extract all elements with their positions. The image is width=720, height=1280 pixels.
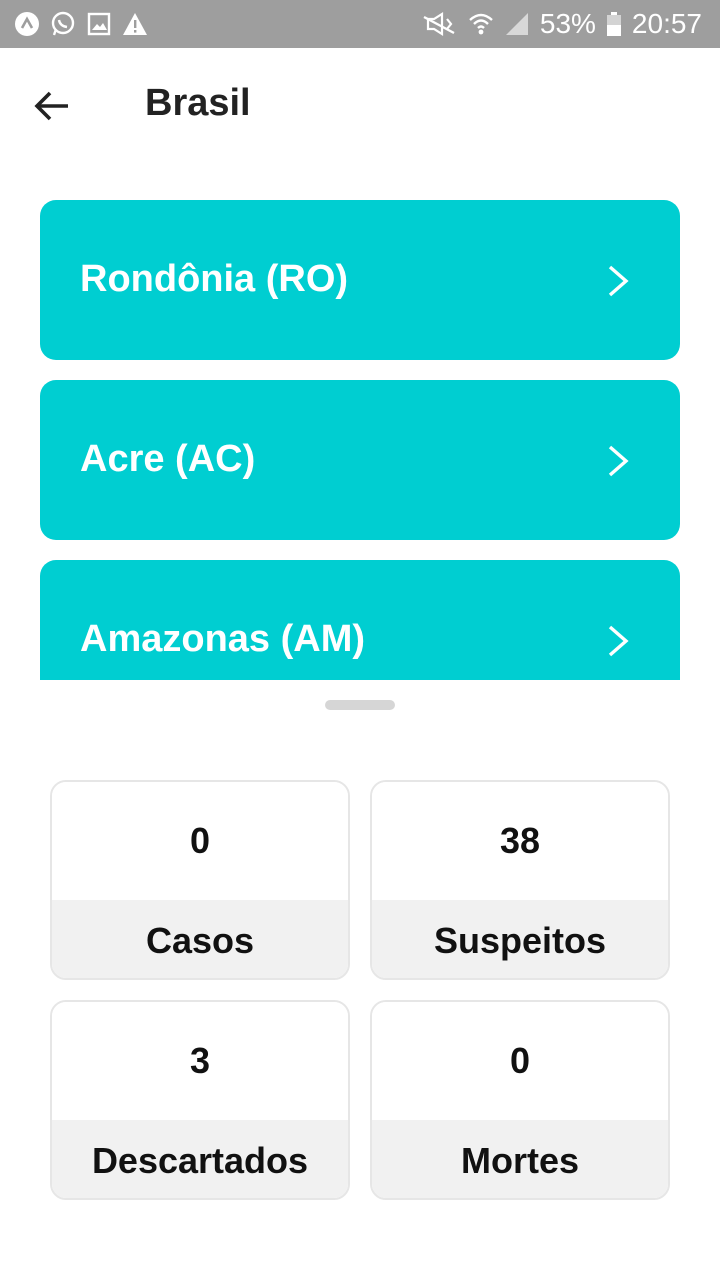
whatsapp-icon: [50, 11, 76, 37]
status-left-icons: [14, 11, 148, 37]
stat-card-suspeitos: 38 Suspeitos: [370, 780, 670, 980]
stat-value: 3: [52, 1002, 348, 1120]
chevron-right-icon: [608, 445, 629, 477]
clock: 20:57: [631, 8, 702, 39]
bottom-sheet-drag-handle[interactable]: [325, 700, 395, 710]
status-right-icons: 53% 20:57: [420, 8, 702, 40]
stat-value: 38: [372, 782, 668, 900]
stat-value: 0: [52, 782, 348, 900]
warning-icon: [122, 11, 148, 37]
stat-card-mortes: 0 Mortes: [370, 1000, 670, 1200]
back-button[interactable]: [30, 84, 74, 128]
stat-card-casos: 0 Casos: [50, 780, 350, 980]
page-title: Brasil: [145, 82, 251, 124]
stat-label: Casos: [52, 900, 348, 978]
gallery-icon: [86, 11, 112, 37]
stat-label: Suspeitos: [372, 900, 668, 978]
app-a-icon: [14, 11, 40, 37]
stat-value: 0: [372, 1002, 668, 1120]
chevron-right-icon: [608, 625, 629, 657]
status-bar: 53% 20:57: [0, 0, 720, 48]
battery-icon: [606, 11, 622, 37]
state-list[interactable]: Rondônia (RO) Acre (AC) Amazonas (AM): [40, 200, 680, 680]
arrow-left-icon: [34, 91, 68, 121]
state-label: Acre (AC): [80, 438, 256, 480]
state-card-amazonas[interactable]: Amazonas (AM): [40, 560, 680, 680]
app-bar: Brasil: [0, 48, 720, 164]
chevron-right-icon: [608, 265, 629, 297]
state-card-rondonia[interactable]: Rondônia (RO): [40, 200, 680, 360]
stat-label: Descartados: [52, 1120, 348, 1198]
state-label: Amazonas (AM): [80, 618, 366, 660]
mute-icon: [420, 11, 458, 37]
state-card-acre[interactable]: Acre (AC): [40, 380, 680, 540]
wifi-icon: [468, 11, 494, 37]
stat-card-descartados: 3 Descartados: [50, 1000, 350, 1200]
state-label: Rondônia (RO): [80, 258, 349, 300]
signal-icon: [504, 11, 530, 37]
stat-label: Mortes: [372, 1120, 668, 1198]
battery-percent: 53%: [539, 8, 596, 39]
